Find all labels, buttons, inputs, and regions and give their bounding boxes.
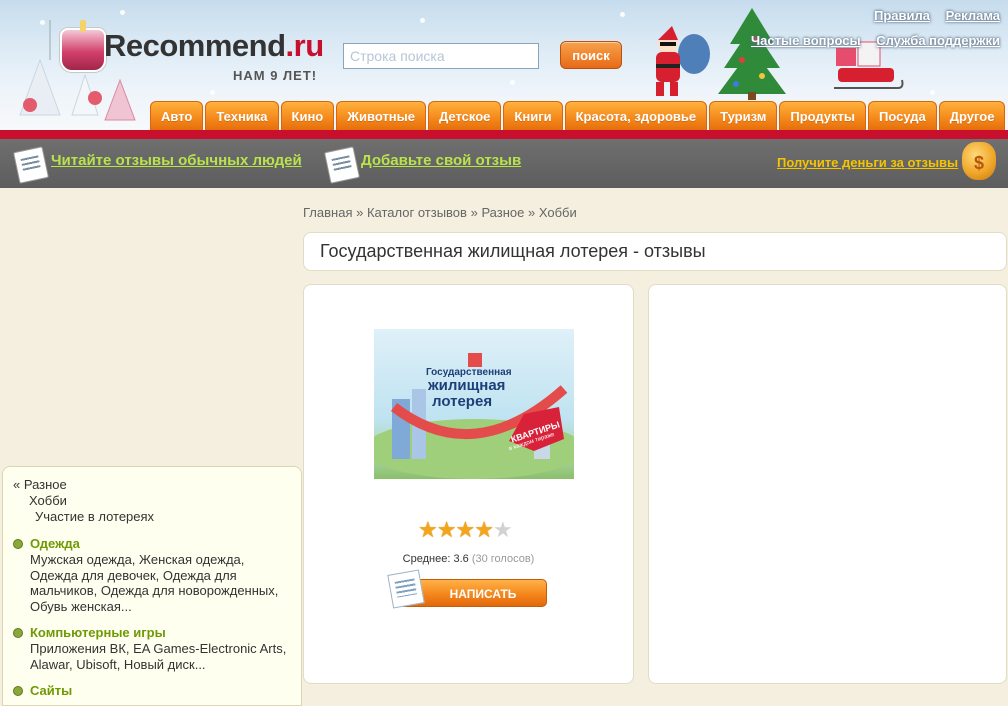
sidebar-sub-current[interactable]: Участие в лотереях <box>13 509 291 525</box>
nav-tab-tech[interactable]: Техника <box>205 101 279 130</box>
advertising-link[interactable]: Реклама <box>946 8 1000 23</box>
rating-stars[interactable]: ★★★★★ <box>418 517 513 543</box>
snowflake-decoration <box>210 90 215 95</box>
snowflake-decoration <box>620 12 625 17</box>
image-text-line3: лотерея <box>432 393 493 410</box>
nav-tab-books[interactable]: Книги <box>503 101 563 130</box>
page-title: Государственная жилищная лотерея - отзыв… <box>320 241 706 261</box>
category-sidebar: « Разное Хобби Участие в лотереях Одежда… <box>2 466 302 706</box>
sidebar-category-title[interactable]: Одежда <box>30 536 291 552</box>
sidebar-category-desc[interactable]: Мужская одежда, Женская одежда, Одежда д… <box>30 552 291 614</box>
image-text-line2: жилищная <box>428 377 506 394</box>
votes-count: (30 голосов) <box>471 553 535 565</box>
site-logo[interactable]: Recommend.ru НАМ 9 ЛЕТ! <box>58 16 324 86</box>
header-divider <box>0 130 1008 139</box>
site-header: Recommend.ru НАМ 9 ЛЕТ! поиск Правила Ре… <box>0 0 1008 130</box>
nav-tab-beauty[interactable]: Красота, здоровье <box>564 101 708 130</box>
star-icon[interactable]: ★ <box>418 517 438 542</box>
nav-tab-auto[interactable]: Авто <box>150 101 204 130</box>
breadcrumb: Главная » Каталог отзывов » Разное » Хоб… <box>303 205 577 220</box>
star-icon[interactable]: ★ <box>437 517 457 542</box>
sidebar-current[interactable]: Хобби <box>13 493 291 509</box>
snowflake-decoration <box>510 80 515 85</box>
logo-text: Recommend.ru <box>104 28 324 63</box>
sidebar-category-desc[interactable]: Приложения ВК, EA Games-Electronic Arts,… <box>30 641 291 672</box>
snowflake-decoration <box>930 90 935 95</box>
bullet-icon <box>13 628 23 638</box>
read-reviews-link[interactable]: Читайте отзывы обычных людей <box>51 152 302 169</box>
sidebar-category: Компьютерные игры Приложения ВК, EA Game… <box>13 625 291 672</box>
product-image[interactable]: Государственная жилищная лотерея КВАРТИР… <box>374 329 574 479</box>
breadcrumb-separator: » <box>356 205 364 220</box>
nav-tab-kids[interactable]: Детское <box>428 101 502 130</box>
nav-tab-tourism[interactable]: Туризм <box>709 101 778 130</box>
sidebar-category-title[interactable]: Компьютерные игры <box>30 625 291 641</box>
support-link[interactable]: Служба поддержки <box>876 33 1000 48</box>
add-review-link[interactable]: Добавьте свой отзыв <box>361 152 521 169</box>
product-card: Государственная жилищная лотерея КВАРТИР… <box>303 284 634 684</box>
breadcrumb-separator: » <box>470 205 478 220</box>
average-label: Среднее: 3.6 <box>402 553 469 565</box>
edit-document-icon <box>324 146 360 184</box>
breadcrumb-home[interactable]: Главная <box>303 205 352 220</box>
document-icon <box>13 146 49 184</box>
average-rating: Среднее: 3.6 (30 голосов) <box>304 553 633 565</box>
snowflake-decoration <box>120 10 125 15</box>
santa-decoration <box>656 26 710 96</box>
nav-tab-other[interactable]: Другое <box>938 101 1006 130</box>
main-nav: Авто Техника Кино Животные Детское Книги Красо… <box>150 101 1007 130</box>
nav-tab-animals[interactable]: Животные <box>336 101 426 130</box>
cake-logo-icon <box>60 20 106 72</box>
sidebar-category: Одежда Мужская одежда, Женская одежда, О… <box>13 536 291 614</box>
star-icon[interactable]: ★ <box>493 517 513 542</box>
logo-tagline: НАМ 9 ЛЕТ! <box>233 68 318 83</box>
search-input[interactable] <box>343 43 539 69</box>
breadcrumb-separator: » <box>528 205 536 220</box>
bullet-icon <box>13 539 23 549</box>
snowflake-decoration <box>420 18 425 23</box>
pencil-note-icon <box>387 569 425 609</box>
breadcrumb-hobby[interactable]: Хобби <box>539 205 577 220</box>
action-bar: Читайте отзывы обычных людей Добавьте св… <box>0 139 1008 188</box>
star-icon[interactable]: ★ <box>474 517 494 542</box>
search-button[interactable]: поиск <box>560 41 622 69</box>
breadcrumb-catalog[interactable]: Каталог отзывов <box>367 205 467 220</box>
page-title-box: Государственная жилищная лотерея - отзыв… <box>303 232 1007 271</box>
ad-placeholder <box>648 284 1007 684</box>
money-bag-icon[interactable]: $ <box>962 142 996 180</box>
rules-link[interactable]: Правила <box>874 8 930 23</box>
nav-tab-movies[interactable]: Кино <box>280 101 335 130</box>
top-links: Правила Реклама Частые вопросы Служба по… <box>739 8 1000 58</box>
earn-money-link[interactable]: Получите деньги за отзывы <box>777 155 958 170</box>
star-icon[interactable]: ★ <box>455 517 475 542</box>
nav-tab-food[interactable]: Продукты <box>779 101 867 130</box>
sidebar-back-link[interactable]: « Разное <box>13 477 291 493</box>
breadcrumb-misc[interactable]: Разное <box>481 205 524 220</box>
bullet-icon <box>13 686 23 696</box>
faq-link[interactable]: Частые вопросы <box>751 33 861 48</box>
nav-tab-dishes[interactable]: Посуда <box>868 101 937 130</box>
